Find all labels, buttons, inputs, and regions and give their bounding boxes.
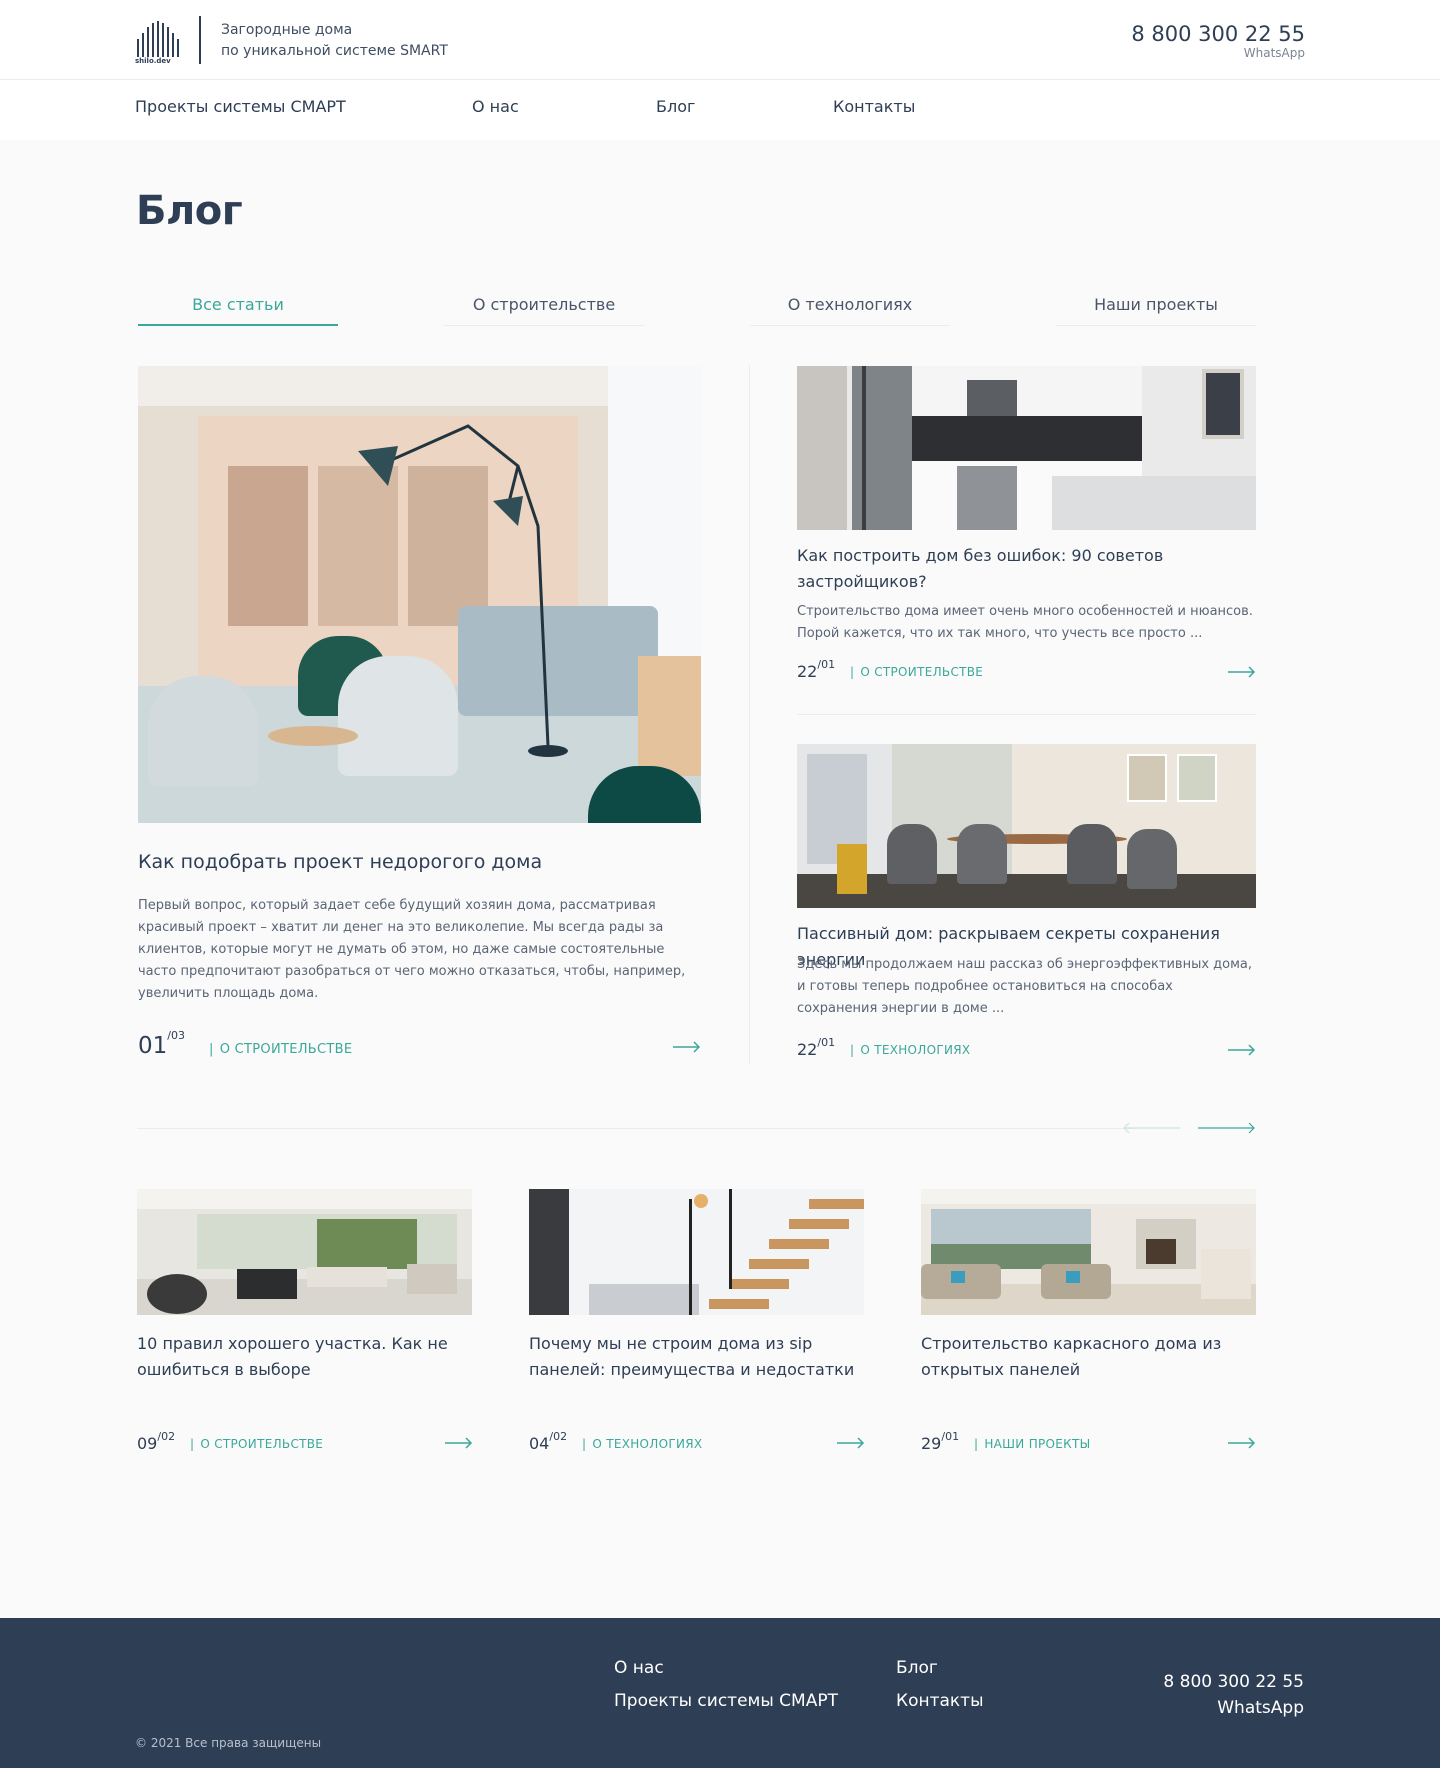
side-divider — [797, 714, 1256, 715]
grid-article-2-arrow-right-icon[interactable] — [837, 1437, 865, 1449]
date-day: 22 — [797, 662, 818, 681]
featured-article-title[interactable]: Как подобрать проект недорогого дома — [138, 849, 698, 875]
lamp-illustration — [358, 424, 568, 757]
grid-article-3-category[interactable]: НАШИ ПРОЕКТЫ — [974, 1437, 1091, 1451]
side-article-2-date: 22/01 — [797, 1036, 836, 1059]
side-article-1-category[interactable]: О СТРОИТЕЛЬСТВЕ — [850, 665, 983, 679]
date-month: 03 — [171, 1029, 185, 1042]
nav-item-projects[interactable]: Проекты системы СМАРТ — [135, 97, 346, 116]
tagline-line-2: по уникальной системе SMART — [221, 43, 448, 59]
copyright: © 2021 Все права защищены — [135, 1736, 322, 1750]
logo-text: shilo.dev — [135, 57, 171, 65]
grid-article-1-date: 09/02 — [137, 1430, 176, 1453]
footer-link-about[interactable]: О нас — [614, 1658, 664, 1678]
featured-article-category[interactable]: О СТРОИТЕЛЬСТВЕ — [209, 1042, 352, 1057]
date-day: 04 — [529, 1434, 550, 1453]
footer-whatsapp-link[interactable]: WhatsApp — [1217, 1698, 1304, 1718]
tab-projects[interactable]: Наши проекты — [1056, 288, 1256, 326]
main-nav: Проекты системы СМАРТ О нас Блог Контакт… — [0, 80, 1440, 140]
footer-link-projects[interactable]: Проекты системы СМАРТ — [614, 1691, 838, 1711]
grid-article-3-image[interactable] — [921, 1189, 1256, 1315]
grid-article-1-arrow-right-icon[interactable] — [445, 1437, 473, 1449]
slider-prev-arrow-icon[interactable] — [1122, 1122, 1180, 1134]
grid-article-3-arrow-right-icon[interactable] — [1228, 1437, 1256, 1449]
side-article-2-excerpt: Здесь мы продолжаем наш рассказ об энерг… — [797, 957, 1253, 1016]
side-article-2-category[interactable]: О ТЕХНОЛОГИЯХ — [850, 1043, 970, 1057]
date-day: 22 — [797, 1040, 818, 1059]
date-month: 01 — [821, 658, 836, 671]
grid-article-3-title[interactable]: Строительство каркасного дома из открыты… — [921, 1331, 1256, 1383]
date-month: 02 — [161, 1430, 176, 1443]
footer-link-blog[interactable]: Блог — [896, 1658, 938, 1678]
grid-article-2-title[interactable]: Почему мы не строим дома из sip панелей:… — [529, 1331, 874, 1383]
site-footer: О нас Проекты системы СМАРТ Блог Контакт… — [0, 1618, 1440, 1768]
grid-article-3-date: 29/01 — [921, 1430, 960, 1453]
header-phone-link[interactable]: 8 800 300 22 55 — [1131, 22, 1305, 46]
date-day: 01 — [138, 1033, 168, 1059]
tab-all[interactable]: Все статьи — [138, 288, 338, 326]
grid-article-2-image[interactable] — [529, 1189, 864, 1315]
grid-article-1-category[interactable]: О СТРОИТЕЛЬСТВЕ — [190, 1437, 323, 1451]
column-divider — [749, 365, 750, 1065]
page-title: Блог — [136, 188, 243, 234]
section-divider — [137, 1128, 1137, 1129]
side-article-2-image[interactable] — [797, 744, 1256, 908]
tagline-line-1: Загородные дома — [221, 22, 353, 38]
featured-article-image[interactable] — [138, 366, 701, 823]
side-article-1-title[interactable]: Как построить дом без ошибок: 90 советов… — [797, 543, 1256, 595]
footer-link-contacts[interactable]: Контакты — [896, 1691, 984, 1711]
header-whatsapp-link[interactable]: WhatsApp — [1244, 46, 1305, 60]
featured-article-date: 01/03 — [138, 1029, 185, 1059]
grid-article-1-title[interactable]: 10 правил хорошего участка. Как не ошиби… — [137, 1331, 472, 1383]
side-article-1-date: 22/01 — [797, 658, 836, 681]
nav-item-contacts[interactable]: Контакты — [833, 97, 915, 116]
site-header: shilo.dev Загородные дома по уникальной … — [0, 0, 1440, 80]
date-month: 01 — [945, 1430, 960, 1443]
slider-next-arrow-icon[interactable] — [1198, 1122, 1256, 1134]
side-article-1-image[interactable] — [797, 366, 1256, 530]
date-month: 01 — [821, 1036, 836, 1049]
featured-arrow-right-icon[interactable] — [673, 1041, 701, 1053]
tab-technology[interactable]: О технологиях — [750, 288, 950, 326]
date-day: 09 — [137, 1434, 158, 1453]
grid-article-1-image[interactable] — [137, 1189, 472, 1315]
nav-item-blog[interactable]: Блог — [656, 97, 695, 116]
tab-construction[interactable]: О строительстве — [444, 288, 644, 326]
grid-article-2-date: 04/02 — [529, 1430, 568, 1453]
side-article-1-excerpt: Строительство дома имеет очень много осо… — [797, 604, 1253, 641]
side-article-2-arrow-right-icon[interactable] — [1228, 1044, 1256, 1056]
grid-article-2-category[interactable]: О ТЕХНОЛОГИЯХ — [582, 1437, 702, 1451]
date-day: 29 — [921, 1434, 942, 1453]
footer-phone-link[interactable]: 8 800 300 22 55 — [1163, 1672, 1304, 1692]
date-month: 02 — [553, 1430, 568, 1443]
logo-divider — [199, 16, 201, 64]
featured-article-excerpt: Первый вопрос, который задает себе будущ… — [138, 898, 686, 1001]
nav-item-about[interactable]: О нас — [472, 97, 519, 116]
tagline: Загородные дома по уникальной системе SM… — [221, 20, 448, 62]
side-article-1-arrow-right-icon[interactable] — [1228, 666, 1256, 678]
